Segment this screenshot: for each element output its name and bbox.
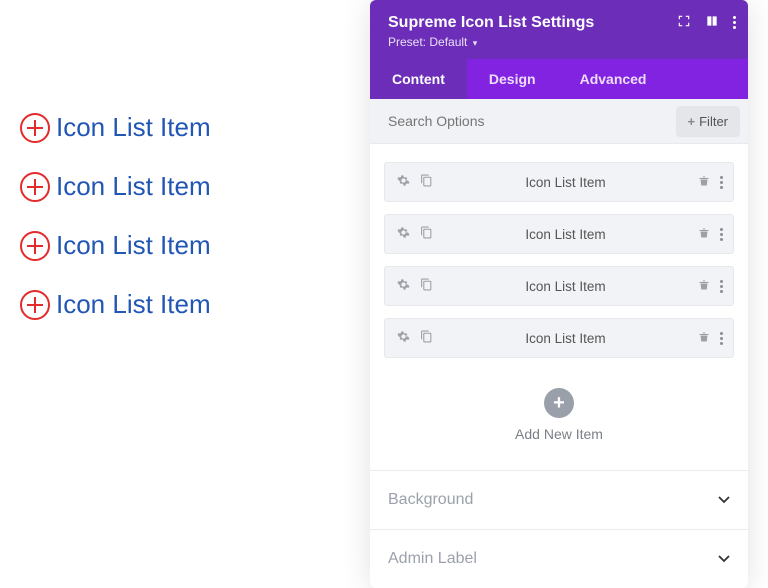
preview-item-label: Icon List Item — [56, 289, 211, 320]
tab-content[interactable]: Content — [370, 59, 467, 99]
tabs: Content Design Advanced — [370, 59, 748, 99]
duplicate-icon[interactable] — [420, 174, 433, 190]
background-section[interactable]: Background — [370, 470, 748, 529]
settings-panel: Supreme Icon List Settings Preset: Defau… — [370, 0, 748, 588]
gear-icon[interactable] — [397, 174, 410, 190]
duplicate-icon[interactable] — [420, 330, 433, 346]
tab-advanced[interactable]: Advanced — [558, 59, 669, 99]
plus-circle-icon — [20, 231, 50, 261]
search-input[interactable] — [370, 99, 676, 143]
admin-label-section[interactable]: Admin Label — [370, 529, 748, 588]
caret-down-icon: ▾ — [473, 38, 478, 49]
list-item-label: Icon List Item — [433, 227, 698, 242]
trash-icon[interactable] — [698, 330, 710, 346]
trash-icon[interactable] — [698, 174, 710, 190]
list-item-row[interactable]: Icon List Item — [384, 318, 734, 358]
search-bar: + Filter — [370, 99, 748, 144]
preview-item: Icon List Item — [20, 171, 340, 202]
gear-icon[interactable] — [397, 278, 410, 294]
preview-item: Icon List Item — [20, 230, 340, 261]
plus-circle-icon — [20, 172, 50, 202]
list-item-row[interactable]: Icon List Item — [384, 214, 734, 254]
filter-button[interactable]: + Filter — [676, 106, 740, 137]
more-options-icon[interactable] — [733, 16, 736, 29]
preview-item-label: Icon List Item — [56, 171, 211, 202]
more-options-icon[interactable] — [720, 332, 723, 345]
list-item-label: Icon List Item — [433, 175, 698, 190]
plus-icon: + — [688, 114, 696, 129]
add-item-area: + Add New Item — [384, 370, 734, 462]
add-item-button[interactable]: + — [544, 388, 574, 418]
chevron-down-icon — [718, 550, 730, 568]
preview-item-label: Icon List Item — [56, 230, 211, 261]
more-options-icon[interactable] — [720, 176, 723, 189]
list-item-label: Icon List Item — [433, 279, 698, 294]
duplicate-icon[interactable] — [420, 278, 433, 294]
gear-icon[interactable] — [397, 330, 410, 346]
list-item-label: Icon List Item — [433, 331, 698, 346]
list-item-row[interactable]: Icon List Item — [384, 162, 734, 202]
preset-selector[interactable]: Preset: Default ▾ — [388, 35, 732, 49]
preview-item-label: Icon List Item — [56, 112, 211, 143]
panel-layout-icon[interactable] — [705, 14, 719, 31]
panel-header: Supreme Icon List Settings Preset: Defau… — [370, 0, 748, 59]
preview-item: Icon List Item — [20, 289, 340, 320]
focus-icon[interactable] — [677, 14, 691, 31]
more-options-icon[interactable] — [720, 280, 723, 293]
trash-icon[interactable] — [698, 226, 710, 242]
items-container: Icon List Item Icon List Item Icon Lis — [370, 144, 748, 470]
gear-icon[interactable] — [397, 226, 410, 242]
preview-item: Icon List Item — [20, 112, 340, 143]
plus-circle-icon — [20, 290, 50, 320]
trash-icon[interactable] — [698, 278, 710, 294]
more-options-icon[interactable] — [720, 228, 723, 241]
plus-circle-icon — [20, 113, 50, 143]
duplicate-icon[interactable] — [420, 226, 433, 242]
icon-list-preview: Icon List Item Icon List Item Icon List … — [20, 112, 340, 348]
add-item-label: Add New Item — [384, 426, 734, 442]
chevron-down-icon — [718, 491, 730, 509]
list-item-row[interactable]: Icon List Item — [384, 266, 734, 306]
tab-design[interactable]: Design — [467, 59, 558, 99]
